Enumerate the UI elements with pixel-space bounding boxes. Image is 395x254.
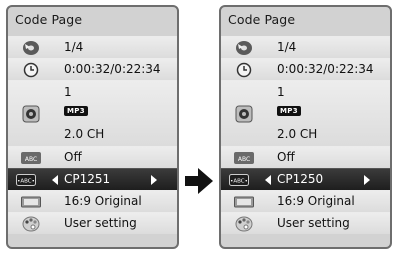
- row-picture-mode[interactable]: User setting: [8, 212, 177, 234]
- row-aspect[interactable]: 16:9 Original: [221, 190, 390, 212]
- row-audio[interactable]: 1 MP3 2.0 CH: [8, 80, 177, 146]
- disc-icon: [234, 40, 254, 55]
- code-page-value: CP1250: [277, 172, 324, 186]
- row-title-number[interactable]: 1/4: [8, 36, 177, 58]
- speaker-icon: [234, 105, 254, 122]
- title-number-value: 1/4: [277, 40, 297, 54]
- palette-icon: [234, 216, 254, 231]
- chevron-right-icon[interactable]: [151, 175, 157, 185]
- picture-mode-value: User setting: [64, 216, 137, 230]
- row-time[interactable]: 0:00:32/0:22:34: [8, 58, 177, 80]
- screen-ratio-icon: [21, 194, 41, 209]
- abc-subtitle-icon: ABC: [21, 150, 41, 165]
- subtitle-value: Off: [277, 150, 295, 164]
- audio-channels-value: 2.0 CH: [277, 127, 318, 141]
- chevron-left-icon[interactable]: [52, 175, 58, 185]
- row-subtitle[interactable]: ABC Off: [8, 146, 177, 168]
- row-code-page[interactable]: •ABC• CP1251: [8, 168, 177, 190]
- subtitle-value: Off: [64, 150, 82, 164]
- disc-icon: [21, 40, 41, 55]
- svg-text:•ABC•: •ABC•: [17, 178, 35, 184]
- screen-ratio-icon: [234, 194, 254, 209]
- row-picture-mode[interactable]: User setting: [221, 212, 390, 234]
- panel-title: Code Page: [15, 12, 83, 27]
- audio-channels-value: 2.0 CH: [64, 127, 105, 141]
- audio-track-value: 1: [277, 85, 285, 99]
- audio-codec-badge: MP3: [277, 106, 301, 116]
- osd-panel-after: Code Page 1/4 0:00:32/0:22:34 1 MP3 2.0 …: [219, 5, 392, 249]
- code-page-value: CP1251: [64, 172, 111, 186]
- svg-text:ABC: ABC: [238, 156, 250, 163]
- palette-icon: [21, 216, 41, 231]
- osd-panel-before: Code Page 1/4 0:00:32/0:22:34 1 MP3 2.0 …: [6, 5, 179, 249]
- row-time[interactable]: 0:00:32/0:22:34: [221, 58, 390, 80]
- aspect-value: 16:9 Original: [64, 194, 142, 208]
- option-list: 1/4 0:00:32/0:22:34 1 MP3 2.0 CH ABC Off…: [221, 36, 390, 234]
- panel-title: Code Page: [228, 12, 296, 27]
- clock-icon: [234, 62, 254, 77]
- arrow-right-icon: [185, 168, 213, 194]
- aspect-value: 16:9 Original: [277, 194, 355, 208]
- time-value: 0:00:32/0:22:34: [64, 62, 161, 76]
- abc-codepage-icon: •ABC•: [16, 172, 36, 187]
- row-code-page[interactable]: •ABC• CP1250: [221, 168, 390, 190]
- row-subtitle[interactable]: ABC Off: [221, 146, 390, 168]
- chevron-left-icon[interactable]: [265, 175, 271, 185]
- audio-codec-badge: MP3: [64, 106, 88, 116]
- row-title-number[interactable]: 1/4: [221, 36, 390, 58]
- row-aspect[interactable]: 16:9 Original: [8, 190, 177, 212]
- chevron-right-icon[interactable]: [364, 175, 370, 185]
- abc-codepage-icon: •ABC•: [229, 172, 249, 187]
- speaker-icon: [21, 105, 41, 122]
- svg-text:•ABC•: •ABC•: [230, 178, 248, 184]
- abc-subtitle-icon: ABC: [234, 150, 254, 165]
- option-list: 1/4 0:00:32/0:22:34 1 MP3 2.0 CH ABC Off…: [8, 36, 177, 234]
- picture-mode-value: User setting: [277, 216, 350, 230]
- clock-icon: [21, 62, 41, 77]
- time-value: 0:00:32/0:22:34: [277, 62, 374, 76]
- svg-text:ABC: ABC: [25, 156, 37, 163]
- title-number-value: 1/4: [64, 40, 84, 54]
- audio-track-value: 1: [64, 85, 72, 99]
- row-audio[interactable]: 1 MP3 2.0 CH: [221, 80, 390, 146]
